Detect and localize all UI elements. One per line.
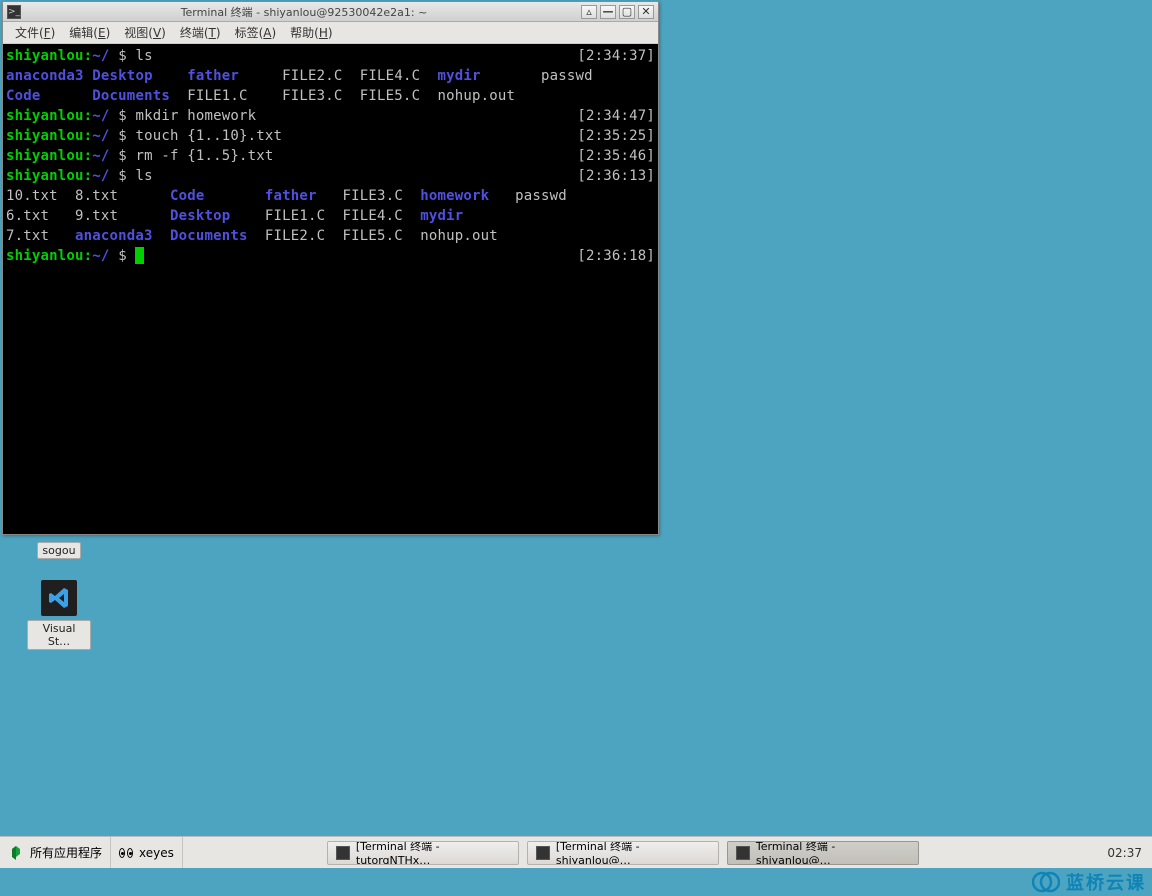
menu-help[interactable]: 帮助(H)	[284, 22, 338, 43]
menu-file[interactable]: 文件(F)	[9, 22, 61, 43]
maximize-button[interactable]: ▢	[619, 5, 635, 19]
task-label: [Terminal 终端 - tutorgNTHx…	[356, 841, 510, 865]
terminal-icon	[536, 846, 550, 860]
titlebar[interactable]: >_ Terminal 终端 - shiyanlou@92530042e2a1:…	[3, 2, 658, 22]
terminal-output[interactable]: shiyanlou:~/ $ ls[2:34:37]anaconda3 Desk…	[3, 44, 658, 534]
close-button[interactable]: ✕	[638, 5, 654, 19]
launcher-logo-icon	[8, 845, 24, 861]
task-label: xeyes	[139, 846, 174, 860]
minimize-button[interactable]: —	[600, 5, 616, 19]
task-label: Terminal 终端 - shiyanlou@…	[756, 841, 910, 865]
launcher-label: 所有应用程序	[30, 844, 102, 861]
taskbar-clock: 02:37	[1107, 846, 1142, 860]
desktop-icon-sogou[interactable]: sogou	[27, 538, 91, 559]
watermark: 蓝桥云课	[1032, 868, 1146, 896]
vscode-icon	[41, 580, 77, 616]
terminal-icon	[736, 846, 750, 860]
desktop-icon-vscode[interactable]: Visual St…	[27, 580, 91, 650]
shade-button[interactable]: ▵	[581, 5, 597, 19]
task-terminal-1[interactable]: [Terminal 终端 - tutorgNTHx…	[327, 841, 519, 865]
task-terminal-3[interactable]: Terminal 终端 - shiyanlou@…	[727, 841, 919, 865]
menu-edit[interactable]: 编辑(E)	[63, 22, 116, 43]
bottom-strip	[0, 868, 1152, 896]
task-label: [Terminal 终端 - shiyanlou@…	[556, 841, 710, 865]
terminal-app-icon: >_	[7, 5, 21, 19]
task-terminal-2[interactable]: [Terminal 终端 - shiyanlou@…	[527, 841, 719, 865]
menu-tabs[interactable]: 标签(A)	[229, 22, 283, 43]
task-xeyes[interactable]: xeyes	[111, 837, 183, 868]
menu-terminal[interactable]: 终端(T)	[174, 22, 227, 43]
desktop-icon-label: Visual St…	[27, 620, 91, 650]
watermark-text: 蓝桥云课	[1066, 869, 1146, 895]
xeyes-icon	[119, 848, 133, 858]
desktop-icon-label: sogou	[37, 542, 80, 559]
terminal-icon	[336, 846, 350, 860]
menubar: 文件(F) 编辑(E) 视图(V) 终端(T) 标签(A) 帮助(H)	[3, 22, 658, 44]
taskbar: 所有应用程序 xeyes [Terminal 终端 - tutorgNTHx… …	[0, 836, 1152, 868]
applications-launcher[interactable]: 所有应用程序	[0, 837, 111, 868]
menu-view[interactable]: 视图(V)	[118, 22, 172, 43]
terminal-window[interactable]: >_ Terminal 终端 - shiyanlou@92530042e2a1:…	[2, 1, 659, 535]
window-title: Terminal 终端 - shiyanlou@92530042e2a1: ~	[27, 4, 581, 20]
